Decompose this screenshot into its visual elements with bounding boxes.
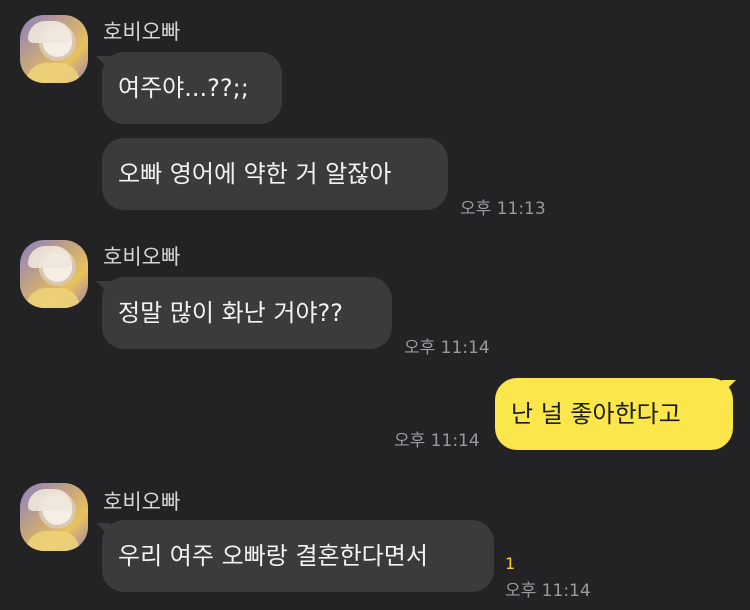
sender-name: 호비오빠 [103,245,181,269]
sender-name: 호비오빠 [103,490,181,514]
sender-name: 호비오빠 [103,20,181,44]
message-bubble[interactable]: 오빠 영어에 약한 거 알잖아 [102,138,448,210]
message-timestamp: 오후 11:14 [404,338,490,358]
sender-avatar[interactable] [20,15,88,83]
message-bubble[interactable]: 우리 여주 오빠랑 결혼한다면서 [102,520,494,592]
message-timestamp: 오후 11:14 [394,431,480,451]
unread-count: 1 [505,554,516,573]
message-bubble[interactable]: 정말 많이 화난 거야?? [102,277,392,349]
message-bubble[interactable]: 여주야...??;; [102,52,282,124]
sender-avatar[interactable] [20,240,88,308]
my-message-bubble[interactable]: 난 널 좋아한다고 [495,378,733,450]
message-timestamp: 오후 11:13 [460,199,546,219]
message-timestamp: 오후 11:14 [505,581,591,601]
sender-avatar[interactable] [20,483,88,551]
